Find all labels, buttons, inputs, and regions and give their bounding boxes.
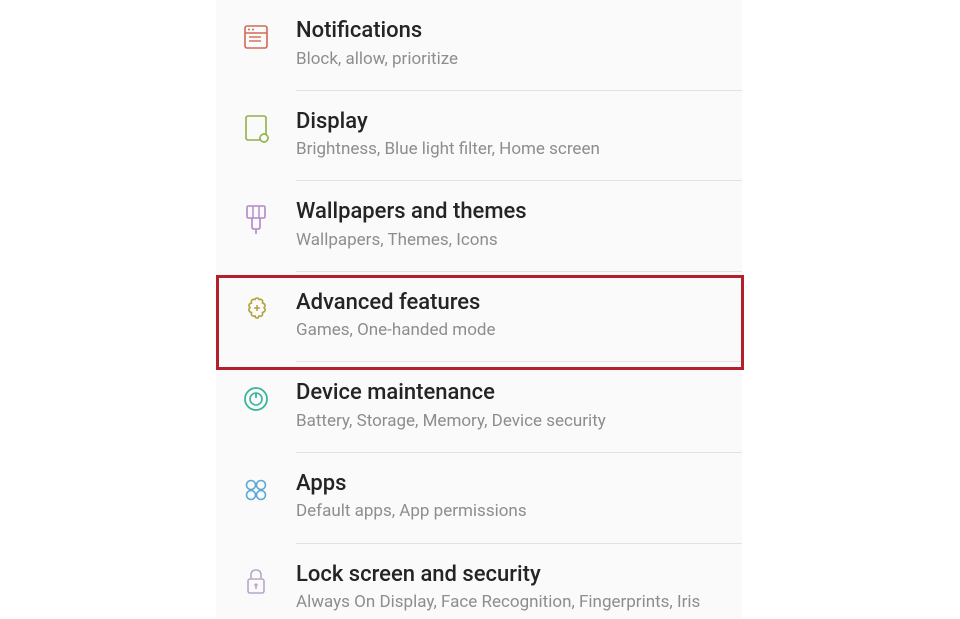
settings-item-maintenance[interactable]: Device maintenance Battery, Storage, Mem… <box>216 362 742 453</box>
settings-item-subtitle: Games, One-handed mode <box>296 319 720 341</box>
wallpapers-icon <box>242 198 296 236</box>
settings-item-lock[interactable]: Lock screen and security Always On Displ… <box>216 544 742 619</box>
apps-icon <box>242 470 296 504</box>
settings-item-subtitle: Wallpapers, Themes, Icons <box>296 229 720 251</box>
advanced-icon <box>242 289 296 325</box>
settings-item-subtitle: Always On Display, Face Recognition, Fin… <box>296 591 720 613</box>
settings-item-wallpapers[interactable]: Wallpapers and themes Wallpapers, Themes… <box>216 181 742 272</box>
settings-item-subtitle: Block, allow, prioritize <box>296 48 720 70</box>
settings-item-subtitle: Default apps, App permissions <box>296 500 720 522</box>
settings-item-title: Apps <box>296 470 720 498</box>
settings-panel: Notifications Block, allow, prioritize <box>216 0 742 618</box>
settings-item-subtitle: Battery, Storage, Memory, Device securit… <box>296 410 720 432</box>
settings-item-display[interactable]: Display Brightness, Blue light filter, H… <box>216 91 742 182</box>
notifications-icon <box>242 17 296 51</box>
settings-item-title: Display <box>296 108 720 136</box>
settings-item-title: Notifications <box>296 17 720 45</box>
settings-item-title: Lock screen and security <box>296 561 720 589</box>
settings-item-title: Wallpapers and themes <box>296 198 720 226</box>
settings-item-title: Device maintenance <box>296 379 720 407</box>
lock-icon <box>242 561 296 597</box>
settings-item-advanced[interactable]: Advanced features Games, One-handed mode <box>216 272 742 363</box>
settings-item-notifications[interactable]: Notifications Block, allow, prioritize <box>216 0 742 91</box>
settings-item-title: Advanced features <box>296 289 720 317</box>
settings-item-subtitle: Brightness, Blue light filter, Home scre… <box>296 138 720 160</box>
settings-list: Notifications Block, allow, prioritize <box>216 0 742 619</box>
maintenance-icon <box>242 379 296 413</box>
display-icon <box>242 108 296 144</box>
settings-item-apps[interactable]: Apps Default apps, App permissions <box>216 453 742 544</box>
